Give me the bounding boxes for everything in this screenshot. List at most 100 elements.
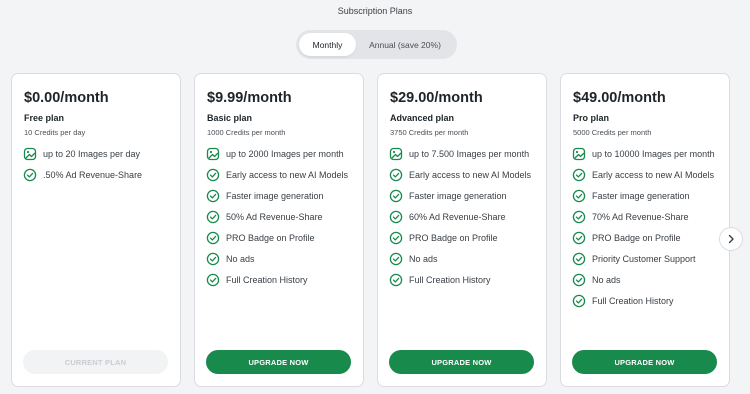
feature-item: up to 20 Images per day [23, 147, 172, 161]
next-plans-button[interactable] [719, 227, 743, 251]
feature-text: 60% Ad Revenue-Share [409, 212, 506, 222]
feature-text: Full Creation History [226, 275, 308, 285]
feature-text: up to 2000 Images per month [226, 149, 344, 159]
check-circle-icon [206, 168, 220, 182]
feature-item: 60% Ad Revenue-Share [389, 210, 538, 224]
current-plan-button[interactable]: CURRENT PLAN [23, 350, 168, 374]
image-icon [572, 147, 586, 161]
feature-list: up to 7.500 Images per month Early access… [389, 147, 538, 294]
feature-text: No ads [409, 254, 438, 264]
check-circle-icon [389, 252, 403, 266]
feature-item: Full Creation History [206, 273, 355, 287]
plan-name: Free plan [24, 113, 65, 123]
plan-price: $29.00/month [390, 90, 483, 106]
feature-item: PRO Badge on Profile [206, 231, 355, 245]
upgrade-button-basic[interactable]: UPGRADE NOW [206, 350, 351, 374]
check-circle-icon [206, 210, 220, 224]
feature-text: Full Creation History [409, 275, 491, 285]
feature-text: Faster image generation [409, 191, 507, 201]
check-circle-icon [389, 273, 403, 287]
check-circle-icon [206, 273, 220, 287]
feature-item: Full Creation History [389, 273, 538, 287]
feature-text: Priority Customer Support [592, 254, 696, 264]
check-circle-icon [23, 168, 37, 182]
feature-list: up to 2000 Images per month Early access … [206, 147, 355, 294]
feature-text: up to 20 Images per day [43, 149, 141, 159]
plan-card-free: $0.00/month Free plan 10 Credits per day… [11, 73, 181, 387]
feature-item: Priority Customer Support [572, 252, 721, 266]
image-icon [206, 147, 220, 161]
feature-text: PRO Badge on Profile [409, 233, 498, 243]
plan-credits: 3750 Credits per month [390, 128, 469, 137]
feature-item: Faster image generation [206, 189, 355, 203]
plan-price: $9.99/month [207, 90, 292, 106]
plan-card-advanced: $29.00/month Advanced plan 3750 Credits … [377, 73, 547, 387]
check-circle-icon [572, 231, 586, 245]
plan-price: $49.00/month [573, 90, 666, 106]
feature-text: Early access to new AI Models [592, 170, 715, 180]
billing-period-toggle[interactable]: Monthly Annual (save 20%) [296, 30, 457, 59]
annual-toggle-button[interactable]: Annual (save 20%) [356, 33, 454, 56]
feature-text: up to 10000 Images per month [592, 149, 715, 159]
plan-card-pro: $49.00/month Pro plan 5000 Credits per m… [560, 73, 730, 387]
plan-credits: 1000 Credits per month [207, 128, 286, 137]
feature-text: 70% Ad Revenue-Share [592, 212, 689, 222]
feature-item: Early access to new AI Models [572, 168, 721, 182]
monthly-toggle-button[interactable]: Monthly [299, 33, 356, 56]
upgrade-button-pro[interactable]: UPGRADE NOW [572, 350, 717, 374]
feature-text: No ads [592, 275, 621, 285]
feature-text: Faster image generation [226, 191, 324, 201]
plan-credits: 5000 Credits per month [573, 128, 652, 137]
feature-item: 70% Ad Revenue-Share [572, 210, 721, 224]
check-circle-icon [206, 231, 220, 245]
feature-text: No ads [226, 254, 255, 264]
upgrade-button-advanced[interactable]: UPGRADE NOW [389, 350, 534, 374]
chevron-right-icon [726, 234, 736, 244]
plan-name: Basic plan [207, 113, 253, 123]
plan-card-basic: $9.99/month Basic plan 1000 Credits per … [194, 73, 364, 387]
check-circle-icon [389, 210, 403, 224]
feature-item: 50% Ad Revenue-Share [206, 210, 355, 224]
feature-item: Faster image generation [572, 189, 721, 203]
check-circle-icon [572, 294, 586, 308]
feature-item: PRO Badge on Profile [389, 231, 538, 245]
check-circle-icon [572, 210, 586, 224]
page-title: Subscription Plans [337, 6, 413, 16]
feature-item: Faster image generation [389, 189, 538, 203]
check-circle-icon [389, 189, 403, 203]
check-circle-icon [206, 189, 220, 203]
feature-item: Early access to new AI Models [389, 168, 538, 182]
check-circle-icon [572, 273, 586, 287]
feature-item: No ads [389, 252, 538, 266]
feature-text: 50% Ad Revenue-Share [226, 212, 323, 222]
check-circle-icon [389, 168, 403, 182]
feature-item: Full Creation History [572, 294, 721, 308]
feature-text: PRO Badge on Profile [592, 233, 681, 243]
check-circle-icon [572, 168, 586, 182]
plan-name: Pro plan [573, 113, 610, 123]
feature-text: Faster image generation [592, 191, 690, 201]
feature-text: Early access to new AI Models [409, 170, 532, 180]
check-circle-icon [572, 252, 586, 266]
check-circle-icon [206, 252, 220, 266]
feature-item: up to 10000 Images per month [572, 147, 721, 161]
check-circle-icon [389, 231, 403, 245]
check-circle-icon [572, 189, 586, 203]
image-icon [23, 147, 37, 161]
image-icon [389, 147, 403, 161]
feature-text: Full Creation History [592, 296, 674, 306]
feature-text: Early access to new AI Models [226, 170, 349, 180]
feature-item: .50% Ad Revenue-Share [23, 168, 172, 182]
feature-item: up to 2000 Images per month [206, 147, 355, 161]
feature-item: No ads [572, 273, 721, 287]
feature-text: up to 7.500 Images per month [409, 149, 530, 159]
feature-item: No ads [206, 252, 355, 266]
plan-credits: 10 Credits per day [24, 128, 86, 137]
feature-list: up to 20 Images per day .50% Ad Revenue-S… [23, 147, 172, 189]
feature-list: up to 10000 Images per month Early access… [572, 147, 721, 315]
feature-item: up to 7.500 Images per month [389, 147, 538, 161]
feature-item: PRO Badge on Profile [572, 231, 721, 245]
plan-name: Advanced plan [390, 113, 455, 123]
feature-text: .50% Ad Revenue-Share [43, 170, 143, 180]
feature-item: Early access to new AI Models [206, 168, 355, 182]
